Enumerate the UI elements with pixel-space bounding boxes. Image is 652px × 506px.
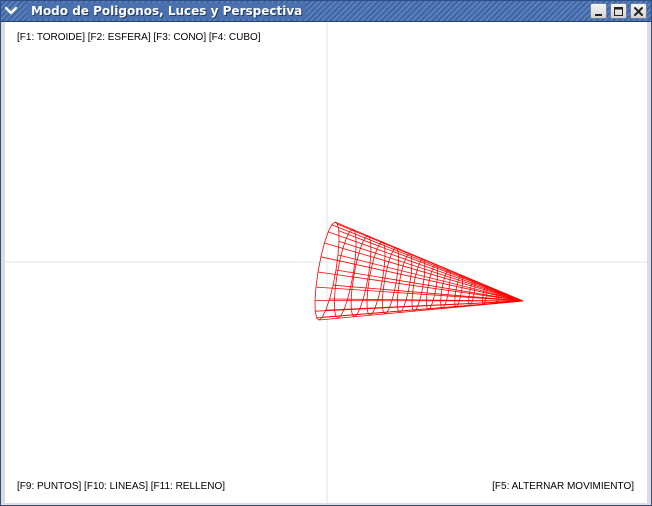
cone-generator-line: [328, 231, 524, 302]
window-title: Modo de Poligonos, Luces y Perspectiva: [27, 3, 307, 19]
maximize-button[interactable]: [610, 3, 627, 19]
wireframe-cone: [314, 221, 524, 321]
minimize-button[interactable]: [590, 3, 607, 19]
cone-generator-line: [338, 241, 524, 302]
window-menu-button[interactable]: [3, 3, 19, 19]
maximize-icon: [614, 6, 623, 16]
cone-ring: [333, 228, 357, 319]
opengl-viewport[interactable]: [F1: TOROIDE] [F2: ESFERA] [F3: CONO] [F…: [5, 22, 647, 503]
close-icon: [634, 6, 643, 16]
movement-key-legend: [F5: ALTERNAR MOVIMIENTO]: [492, 481, 634, 492]
scene-canvas: [5, 22, 647, 503]
cone-ring: [350, 235, 372, 318]
minimize-icon: [595, 13, 602, 16]
close-button[interactable]: [630, 3, 647, 19]
cone-ring: [411, 258, 426, 312]
cone-ring: [426, 263, 439, 311]
app-window: Modo de Poligonos, Luces y Perspectiva […: [0, 0, 652, 506]
shape-keys-legend: [F1: TOROIDE] [F2: ESFERA] [F3: CONO] [F…: [17, 32, 261, 43]
cone-ring: [454, 274, 463, 308]
cone-ring: [440, 269, 451, 309]
title-bar[interactable]: Modo de Poligonos, Luces y Perspectiva: [1, 1, 651, 22]
chevron-down-icon: [5, 6, 17, 15]
cone-ring: [468, 279, 476, 307]
render-mode-keys-legend: [F9: PUNTOS] [F10: LINEAS] [F11: RELLENO…: [17, 481, 226, 492]
axes: [5, 22, 647, 503]
